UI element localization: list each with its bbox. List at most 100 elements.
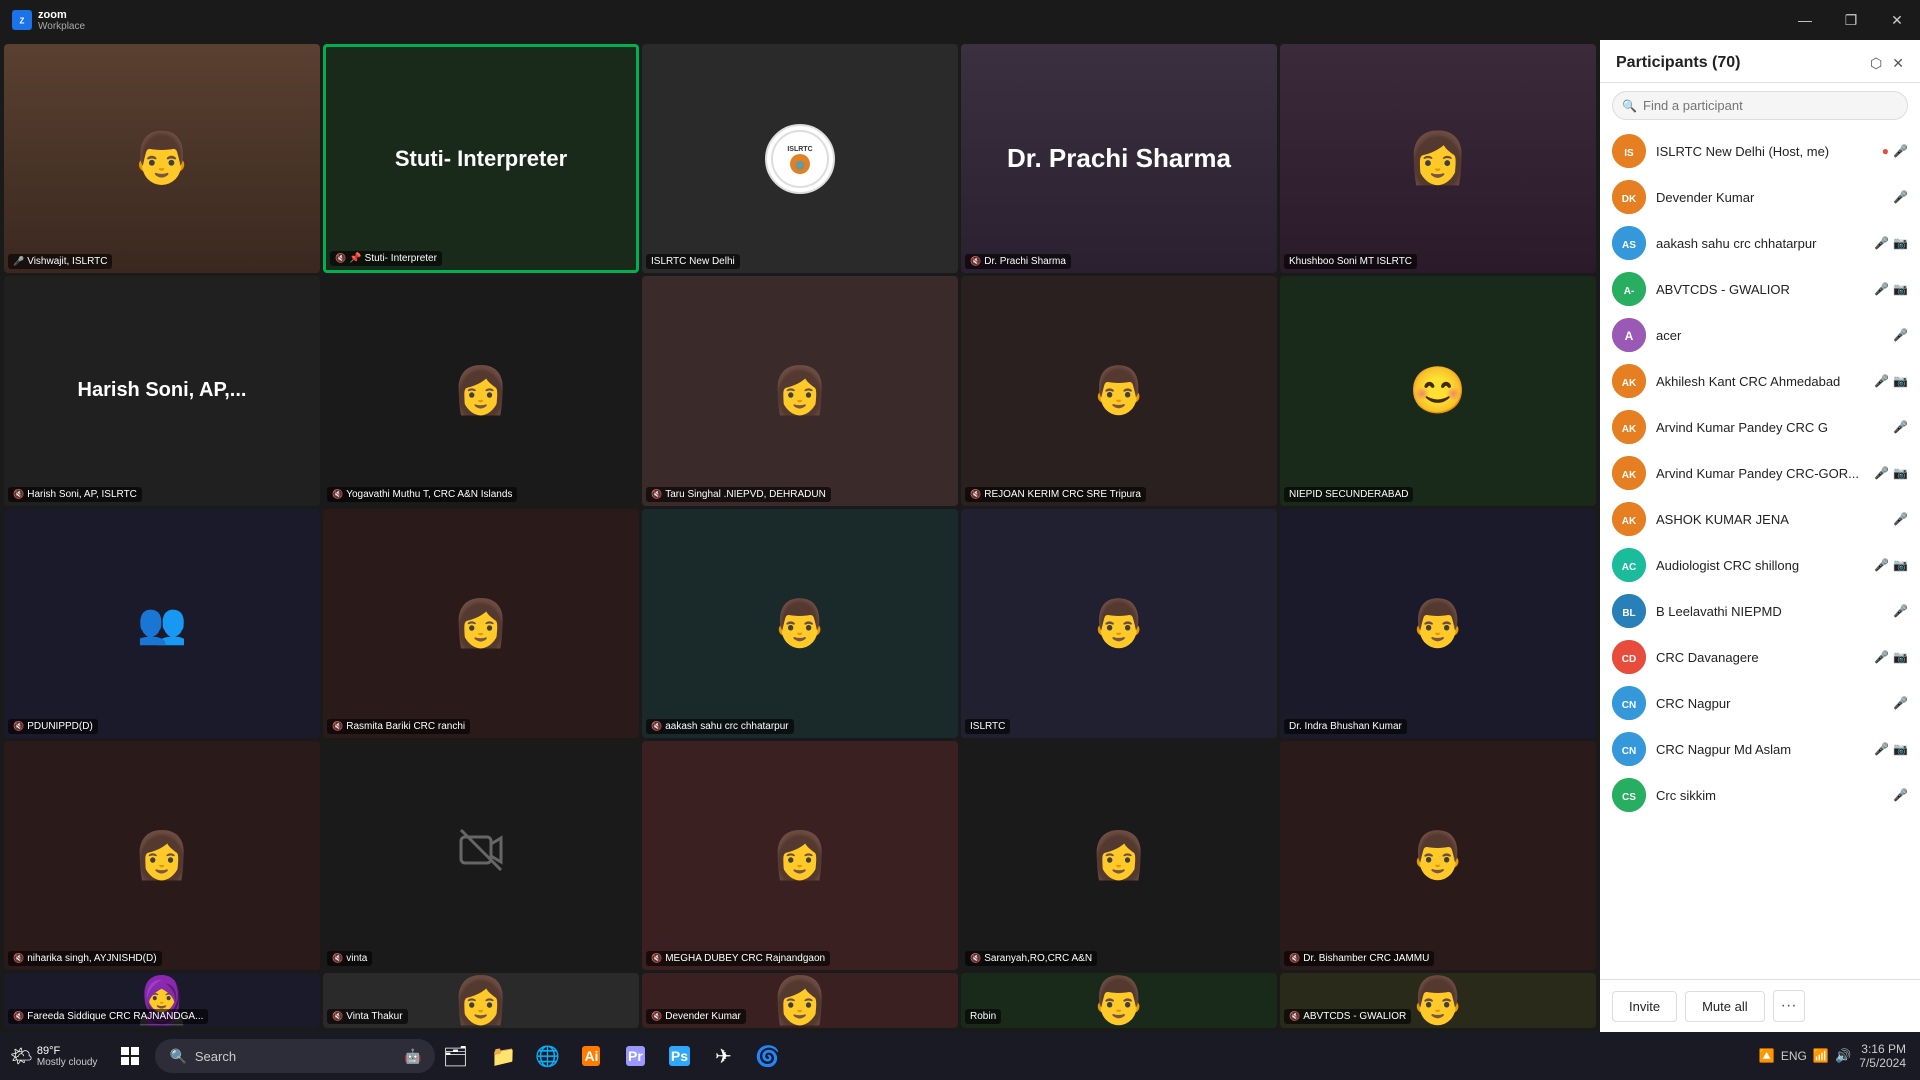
- participant-name-ashok: ASHOK KUMAR JENA: [1656, 512, 1883, 527]
- panel-close-icon[interactable]: ✕: [1892, 55, 1904, 72]
- photoshop-icon: Ps: [669, 1046, 690, 1066]
- participant-item-arvind2[interactable]: AK Arvind Kumar Pandey CRC-GOR... 🎤 📷: [1600, 450, 1920, 496]
- participant-item-acer[interactable]: A acer 🎤: [1600, 312, 1920, 358]
- chrome-icon: 🌐: [535, 1044, 560, 1069]
- svg-text:DK: DK: [1622, 194, 1637, 205]
- task-view-button[interactable]: 🗂: [435, 1036, 475, 1076]
- notification-icon[interactable]: 🔼: [1759, 1048, 1775, 1064]
- video-tile-18[interactable]: 👩 🔇MEGHA DUBEY CRC Rajnandgaon: [642, 741, 958, 970]
- sound-icon[interactable]: 🔊: [1835, 1048, 1851, 1064]
- participant-item-audiologist[interactable]: AC Audiologist CRC shillong 🎤 📷: [1600, 542, 1920, 588]
- illustrator-icon: Ai: [582, 1046, 600, 1066]
- participant-icons-islrtc: ● 🎤: [1882, 144, 1908, 158]
- video-tile-15[interactable]: 👨 Dr. Indra Bhushan Kumar: [1280, 509, 1596, 738]
- pop-out-icon[interactable]: ⬡: [1870, 55, 1882, 72]
- video-tile-6[interactable]: Harish Soni, AP,... 🔇Harish Soni, AP, IS…: [4, 276, 320, 505]
- participant-item-arvind1[interactable]: AK Arvind Kumar Pandey CRC G 🎤: [1600, 404, 1920, 450]
- mute-all-button[interactable]: Mute all: [1685, 991, 1765, 1022]
- svg-text:AK: AK: [1622, 378, 1637, 389]
- video-tile-23[interactable]: 👩 🔇Devender Kumar: [642, 973, 958, 1028]
- more-options-button[interactable]: ···: [1773, 990, 1805, 1022]
- video-tile-14[interactable]: 👨 ISLRTC: [961, 509, 1277, 738]
- video-tile-17[interactable]: 🔇vinta: [323, 741, 639, 970]
- maximize-button[interactable]: ❐: [1828, 0, 1874, 40]
- weather-temp: 89°F: [37, 1045, 98, 1057]
- invite-button[interactable]: Invite: [1612, 991, 1677, 1022]
- start-button[interactable]: [105, 1032, 155, 1080]
- cam-icon-crc-nag-aslam: 📷: [1893, 742, 1908, 756]
- participant-item-devender[interactable]: DK Devender Kumar 🎤: [1600, 174, 1920, 220]
- participant-item-crc-nag-aslam[interactable]: CN CRC Nagpur Md Aslam 🎤 📷: [1600, 726, 1920, 772]
- video-tile-13[interactable]: 👨 🔇aakash sahu crc chhatarpur: [642, 509, 958, 738]
- system-clock[interactable]: 3:16 PM 7/5/2024: [1859, 1042, 1906, 1070]
- illustrator-app[interactable]: Ai: [571, 1036, 611, 1076]
- window-controls: — ❐ ✕: [1782, 0, 1920, 40]
- muted-icon-ak1: 🎤: [1874, 374, 1889, 388]
- app-name: zoom: [38, 9, 85, 21]
- video-tile-20[interactable]: 👨 🔇Dr. Bishamber CRC JAMMU: [1280, 741, 1596, 970]
- participant-item-crc-sikkim[interactable]: CS Crc sikkim 🎤: [1600, 772, 1920, 818]
- network-icon[interactable]: 📶: [1813, 1048, 1829, 1064]
- muted-icon-acer: 🎤: [1893, 328, 1908, 342]
- svg-text:CD: CD: [1622, 654, 1636, 665]
- video-grid: 👨 🎤Vishwajit, ISLRTC Stuti- Interpreter …: [0, 40, 1600, 1032]
- video-tile-24[interactable]: 👨 Robin: [961, 973, 1277, 1028]
- svg-text:AK: AK: [1622, 424, 1637, 435]
- participant-name-abvtcds: ABVTCDS - GWALIOR: [1656, 282, 1864, 297]
- svg-text:🌐: 🌐: [795, 160, 805, 170]
- muted-icon-crc-nag: 🎤: [1893, 696, 1908, 710]
- edge-app[interactable]: 🌀: [747, 1036, 787, 1076]
- participant-item-aakash[interactable]: AS aakash sahu crc chhatarpur 🎤 📷: [1600, 220, 1920, 266]
- cam-icon-arvind2: 📷: [1893, 466, 1908, 480]
- muted-mic-icon: 🎤: [1874, 236, 1889, 250]
- taskbar-search-label: Search: [195, 1049, 236, 1064]
- video-tile-8[interactable]: 👩 🔇Taru Singhal .NIEPVD, DEHRADUN: [642, 276, 958, 505]
- telegram-app[interactable]: ✈: [703, 1036, 743, 1076]
- video-tile-10[interactable]: 😊 NIEPID SECUNDERABAD: [1280, 276, 1596, 505]
- panel-title: Participants (70): [1616, 54, 1740, 72]
- weather-widget: 🌤 89°F Mostly cloudy: [0, 1045, 97, 1068]
- panel-footer: Invite Mute all ···: [1600, 979, 1920, 1032]
- participant-item-akhilesh[interactable]: AK Akhilesh Kant CRC Ahmedabad 🎤 📷: [1600, 358, 1920, 404]
- tile-center-label-6: Harish Soni, AP,...: [68, 369, 257, 412]
- telegram-icon: ✈: [715, 1044, 732, 1069]
- weather-icon: 🌤: [10, 1046, 33, 1067]
- video-tile-5[interactable]: 👩 Khushboo Soni MT ISLRTC: [1280, 44, 1596, 273]
- video-tile-25[interactable]: 👨 🔇ABVTCDS - GWALIOR: [1280, 973, 1596, 1028]
- video-tile-12[interactable]: 👩 🔇Rasmita Bariki CRC ranchi: [323, 509, 639, 738]
- participant-item-abvtcds[interactable]: A- ABVTCDS - GWALIOR 🎤 📷: [1600, 266, 1920, 312]
- video-tile-22[interactable]: 👩 🔇Vinta Thakur: [323, 973, 639, 1028]
- minimize-button[interactable]: —: [1782, 0, 1828, 40]
- video-tile-19[interactable]: 👩 🔇Saranyah,RO,CRC A&N: [961, 741, 1277, 970]
- taskbar-apps: 📁 🌐 Ai Pr Ps ✈ 🌀: [483, 1036, 787, 1076]
- video-tile-2[interactable]: Stuti- Interpreter 🔇📌Stuti- Interpreter: [323, 44, 639, 273]
- tray-icons: 🔼 ENG 📶 🔊: [1759, 1048, 1852, 1064]
- video-tile-1[interactable]: 👨 🎤Vishwajit, ISLRTC: [4, 44, 320, 273]
- participant-item-blee[interactable]: BL B Leelavathi NIEPMD 🎤: [1600, 588, 1920, 634]
- search-box[interactable]: 🔍: [1612, 91, 1908, 120]
- premiere-app[interactable]: Pr: [615, 1036, 655, 1076]
- participant-item-crc-nag[interactable]: CN CRC Nagpur 🎤: [1600, 680, 1920, 726]
- video-tile-21[interactable]: 🧕 🔇Fareeda Siddique CRC RAJNANDGA...: [4, 973, 320, 1028]
- participant-item-crc-dav[interactable]: CD CRC Davanagere 🎤 📷: [1600, 634, 1920, 680]
- taskbar-search[interactable]: 🔍 Search 🤖: [155, 1039, 435, 1073]
- premiere-icon: Pr: [626, 1046, 645, 1066]
- video-tile-9[interactable]: 👨 🔇REJOAN KERIM CRC SRE Tripura: [961, 276, 1277, 505]
- muted-icon: 🎤: [1893, 190, 1908, 204]
- participant-search-input[interactable]: [1612, 91, 1908, 120]
- chrome-app[interactable]: 🌐: [527, 1036, 567, 1076]
- video-tile-11[interactable]: 👥 🔇PDUNIPPD(D): [4, 509, 320, 738]
- task-view-icon: 🗂: [443, 1044, 468, 1069]
- video-tile-16[interactable]: 👩 🔇niharika singh, AYJNISHD(D): [4, 741, 320, 970]
- file-explorer-app[interactable]: 📁: [483, 1036, 523, 1076]
- close-button[interactable]: ✕: [1874, 0, 1920, 40]
- video-tile-7[interactable]: 👩 🔇Yogavathi Muthu T, CRC A&N Islands: [323, 276, 639, 505]
- participant-item-ashok[interactable]: AK ASHOK KUMAR JENA 🎤: [1600, 496, 1920, 542]
- cam-on-icon: 🎤: [1893, 144, 1908, 158]
- video-tile-4[interactable]: Dr. Prachi Sharma 🔇Dr. Prachi Sharma: [961, 44, 1277, 273]
- system-tray: 🔼 ENG 📶 🔊 3:16 PM 7/5/2024: [1759, 1042, 1920, 1070]
- participant-item-islrtc[interactable]: IS ISLRTC New Delhi (Host, me) ● 🎤: [1600, 128, 1920, 174]
- photoshop-app[interactable]: Ps: [659, 1036, 699, 1076]
- video-tile-3[interactable]: ISLRTC 🌐 ISLRTC New Delhi: [642, 44, 958, 273]
- tile-center-label-2: Stuti- Interpreter: [385, 136, 577, 182]
